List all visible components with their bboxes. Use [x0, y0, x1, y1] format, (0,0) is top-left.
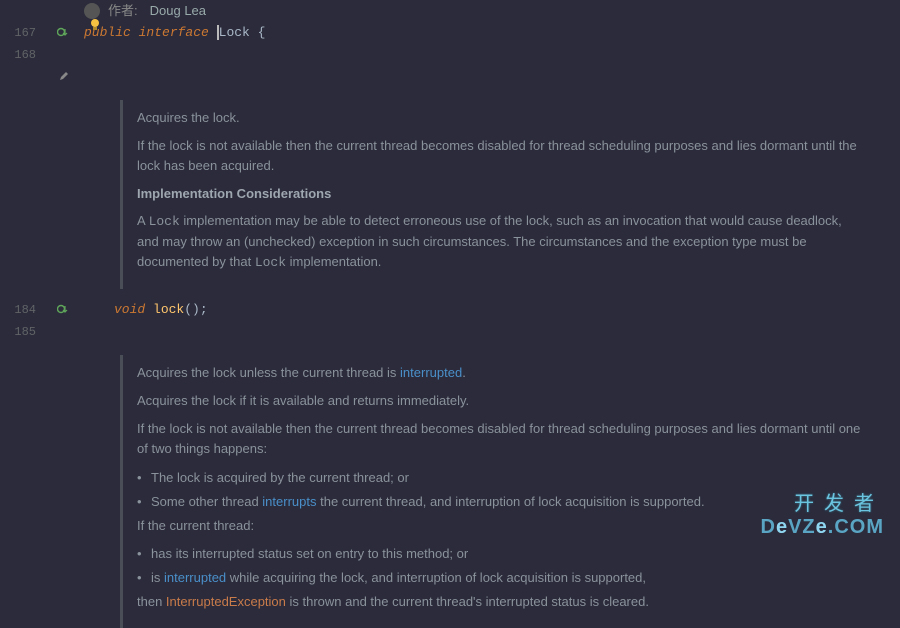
edit-icon[interactable]	[58, 70, 70, 85]
line-number: 185	[0, 321, 48, 343]
avatar	[84, 3, 100, 19]
code-line[interactable]: 167 public interface Lock {	[0, 22, 900, 44]
doc-list-item: Some other thread interrupts the current…	[137, 492, 866, 512]
method-name: lock	[153, 302, 184, 317]
code-line[interactable]: 185	[0, 321, 900, 343]
author-line: 作者: Doug Lea	[0, 0, 900, 22]
doc-link[interactable]: interrupted	[164, 570, 226, 585]
overridden-icon[interactable]	[57, 303, 71, 317]
javadoc-block: Acquires the lock unless the current thr…	[120, 355, 880, 628]
method-suffix: ();	[184, 302, 207, 317]
author-label: 作者:	[108, 0, 138, 22]
code-text[interactable]: public interface Lock {	[80, 22, 900, 44]
doc-paragraph: A Lock implementation may be able to det…	[137, 211, 866, 273]
doc-paragraph: then InterruptedException is thrown and …	[137, 592, 866, 612]
exception-ref: InterruptedException	[166, 594, 286, 609]
doc-paragraph: If the current thread:	[137, 516, 866, 536]
author-name: Doug Lea	[150, 0, 206, 22]
overridden-icon[interactable]	[57, 26, 71, 40]
code-line[interactable]: 168	[0, 44, 900, 66]
intention-bulb-icon[interactable]	[88, 18, 102, 32]
code-ref: Lock	[255, 255, 286, 270]
doc-list: has its interrupted status set on entry …	[137, 544, 866, 588]
doc-list-item: The lock is acquired by the current thre…	[137, 468, 866, 488]
doc-paragraph: Acquires the lock.	[137, 108, 866, 128]
doc-paragraph: Acquires the lock unless the current thr…	[137, 363, 866, 383]
doc-heading: Implementation Considerations	[137, 184, 866, 204]
code-line[interactable]: 184 void lock();	[0, 299, 900, 321]
gutter-marker[interactable]	[48, 22, 80, 44]
gutter-marker[interactable]	[48, 299, 80, 321]
doc-list-item: is interrupted while acquiring the lock,…	[137, 568, 866, 588]
javadoc-block: Acquires the lock. If the lock is not av…	[120, 100, 880, 289]
code-ref: Lock	[149, 214, 180, 229]
edit-line	[0, 66, 900, 88]
code-text[interactable]: void lock();	[80, 299, 900, 321]
line-number: 184	[0, 299, 48, 321]
doc-link[interactable]: interrupts	[262, 494, 316, 509]
doc-list: The lock is acquired by the current thre…	[137, 468, 866, 512]
class-name: Lock	[219, 25, 250, 40]
doc-link[interactable]: interrupted	[400, 365, 462, 380]
keyword-interface: interface	[139, 25, 209, 40]
doc-paragraph: If the lock is not available then the cu…	[137, 419, 866, 459]
line-number: 167	[0, 22, 48, 44]
keyword-void: void	[114, 302, 145, 317]
line-number: 168	[0, 44, 48, 66]
brace: {	[250, 25, 266, 40]
doc-paragraph: If the lock is not available then the cu…	[137, 136, 866, 176]
doc-paragraph: Acquires the lock if it is available and…	[137, 391, 866, 411]
